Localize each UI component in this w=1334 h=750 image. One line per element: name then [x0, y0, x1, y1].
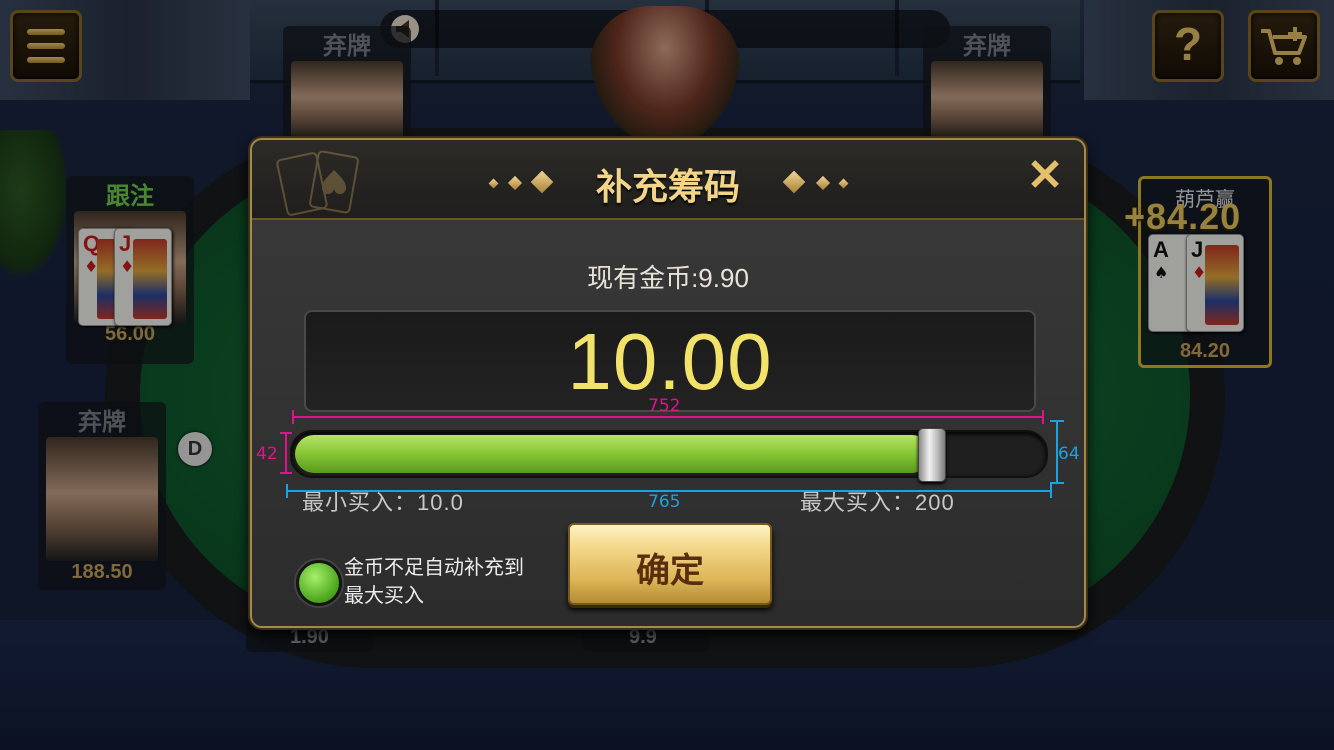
- dimension-line: [292, 416, 1044, 418]
- dimension-tick: [286, 484, 288, 498]
- dimension-tick: [1042, 410, 1044, 424]
- dimension-tick: [280, 472, 292, 474]
- height-annotation-right: 64: [1058, 444, 1080, 464]
- buy-in-amount: 10.00: [567, 317, 773, 406]
- width-annotation-bottom: 765: [648, 492, 681, 512]
- buy-in-slider[interactable]: [290, 428, 1048, 482]
- dimension-tick: [292, 410, 294, 424]
- dimension-tick: [1050, 484, 1052, 498]
- current-balance: 现有金币:9.90: [587, 263, 749, 293]
- slider-thumb[interactable]: [918, 428, 946, 482]
- dimension-tick: [280, 432, 292, 434]
- dialog-title: 补充筹码: [595, 166, 740, 207]
- dialog-header: 补充筹码 ✕: [252, 140, 1084, 220]
- confirm-button-label: 确定: [636, 552, 704, 590]
- dimension-line: [285, 432, 287, 474]
- height-annotation-left: 42: [256, 444, 278, 464]
- buy-in-dialog: 补充筹码 ✕ 现有金币:9.90 10.00 752 42 64 最小买入：10…: [250, 138, 1086, 628]
- dimension-tick: [1050, 482, 1064, 484]
- slider-fill: [295, 435, 931, 473]
- auto-refill-label: 金币不足自动补充到最大买入: [344, 557, 524, 607]
- dimension-tick: [1050, 420, 1064, 422]
- auto-refill-toggle[interactable]: [296, 560, 342, 606]
- width-annotation-top: 752: [648, 396, 681, 416]
- confirm-button[interactable]: 确定: [568, 523, 772, 605]
- close-icon[interactable]: ✕: [1022, 154, 1068, 200]
